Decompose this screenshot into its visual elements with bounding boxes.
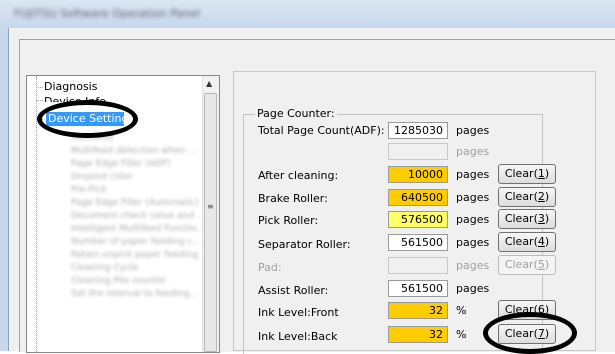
- after-cleaning-value: 10000: [388, 166, 448, 183]
- settings-tree[interactable]: Diagnosis Device Info Device Setting Mul…: [26, 75, 220, 353]
- window-titlebar[interactable]: FUJITSU Software Operation Panel: [0, 0, 615, 29]
- brake-roller-value: 640500: [388, 189, 448, 206]
- separator-roller-unit: pages: [456, 236, 490, 249]
- scroll-grip-icon: ≡: [207, 202, 214, 211]
- button-label: ): [544, 235, 550, 248]
- button-accelerator: 4: [537, 235, 545, 248]
- brake-roller-label: Brake Roller:: [258, 192, 328, 205]
- clear-pick-roller-button[interactable]: Clear(3): [498, 209, 556, 229]
- pad-value: [388, 257, 448, 274]
- button-label: Clear(: [504, 235, 538, 248]
- button-accelerator: 6: [537, 303, 545, 316]
- tree-connector-line: [36, 87, 43, 88]
- tree-subitem[interactable]: Set the interval to feeding...: [71, 289, 198, 300]
- button-label: Clear(: [504, 258, 538, 271]
- pick-roller-unit: pages: [456, 213, 490, 226]
- window-title: FUJITSU Software Operation Panel: [14, 7, 201, 20]
- clear-separator-roller-button[interactable]: Clear(4): [498, 232, 556, 252]
- button-accelerator: 3: [537, 212, 545, 225]
- tree-subitem[interactable]: Dropout color: [71, 172, 132, 183]
- button-label: ): [544, 303, 550, 316]
- tree-item-device-info[interactable]: Device Info: [44, 95, 106, 102]
- clear-ink-front-button[interactable]: Clear(6): [498, 300, 556, 320]
- button-label: Clear(: [504, 327, 538, 340]
- tree-subitem[interactable]: Cleaning Cycle: [71, 263, 138, 274]
- button-accelerator: 5: [537, 258, 545, 271]
- scroll-up-arrow-icon[interactable]: ▲: [206, 79, 212, 88]
- tree-subitem[interactable]: Cleaning Pile counter: [71, 276, 167, 287]
- clear-ink-back-button[interactable]: Clear(7): [498, 324, 556, 344]
- separator-roller-label: Separator Roller:: [258, 238, 351, 251]
- pick-roller-value: 576500: [388, 211, 448, 228]
- blank-counter-unit: pages: [456, 145, 490, 158]
- ink-level-front-label: Ink Level:Front: [258, 306, 339, 319]
- ink-level-back-unit: %: [456, 328, 467, 341]
- assist-roller-value: 561500: [388, 280, 448, 297]
- button-accelerator: 1: [537, 167, 545, 180]
- clear-brake-roller-button[interactable]: Clear(2): [498, 187, 556, 207]
- clear-after-cleaning-button[interactable]: Clear(1): [498, 164, 556, 184]
- after-cleaning-unit: pages: [456, 168, 490, 181]
- page-counter-title: Page Counter:: [255, 107, 337, 120]
- tree-subitem[interactable]: Retain unpick paper feeding: [71, 250, 198, 261]
- tree-subitem[interactable]: Pre-Pick: [71, 185, 106, 196]
- button-label: ): [544, 212, 550, 225]
- total-page-count-unit: pages: [456, 124, 490, 137]
- tree-subitem[interactable]: Multifeed: [71, 133, 113, 144]
- tree-item-diagnosis[interactable]: Diagnosis: [44, 80, 97, 94]
- pad-unit: pages: [456, 259, 490, 272]
- button-label: ): [544, 167, 550, 180]
- separator-roller-value: 561500: [388, 234, 448, 251]
- tree-subitem[interactable]: Number of paper feeding r...: [71, 237, 199, 248]
- scrollbar-thumb[interactable]: ≡: [204, 93, 217, 352]
- tree-connector-line: [36, 100, 43, 101]
- ink-level-front-unit: %: [456, 304, 467, 317]
- assist-roller-label: Assist Roller:: [258, 284, 329, 297]
- ink-level-back-label: Ink Level:Back: [258, 330, 338, 343]
- blank-counter-value: [388, 143, 448, 160]
- tree-subitem[interactable]: Document check value and ...: [71, 211, 206, 222]
- button-label: Clear(: [504, 212, 538, 225]
- button-label: ): [544, 258, 550, 271]
- window-frame: [0, 28, 8, 351]
- tree-subitem[interactable]: Page Edge Filler (ADF): [71, 159, 171, 170]
- tree-subitem[interactable]: Intelligent Multifeed Functio...: [71, 224, 205, 235]
- button-label: ): [544, 190, 550, 203]
- brake-roller-unit: pages: [456, 191, 490, 204]
- tree-subitem[interactable]: Page Edge Filler (Automatic): [71, 198, 198, 209]
- tree-subitem[interactable]: Multifeed detection when ...: [71, 146, 197, 157]
- button-label: ): [544, 327, 550, 340]
- button-accelerator: 2: [537, 190, 545, 203]
- pick-roller-label: Pick Roller:: [258, 214, 319, 227]
- tree-connector-line: [36, 76, 37, 352]
- button-label: Clear(: [504, 303, 538, 316]
- pad-label: Pad:: [258, 261, 282, 274]
- ink-level-back-value: 32: [388, 326, 448, 343]
- after-cleaning-label: After cleaning:: [258, 169, 339, 182]
- clear-pad-button: Clear(5): [498, 255, 556, 275]
- tree-scrollbar[interactable]: ▲ ≡: [202, 76, 219, 352]
- button-accelerator: 7: [537, 327, 545, 340]
- tree-item-device-setting[interactable]: Device Setting: [46, 112, 129, 126]
- assist-roller-unit: pages: [456, 282, 490, 295]
- total-page-count-label: Total Page Count(ADF):: [258, 124, 385, 137]
- button-label: Clear(: [504, 190, 538, 203]
- button-label: Clear(: [504, 167, 538, 180]
- ink-level-front-value: 32: [388, 302, 448, 319]
- total-page-count-value: 1285030: [388, 122, 448, 139]
- tree-connector-line: [36, 119, 43, 120]
